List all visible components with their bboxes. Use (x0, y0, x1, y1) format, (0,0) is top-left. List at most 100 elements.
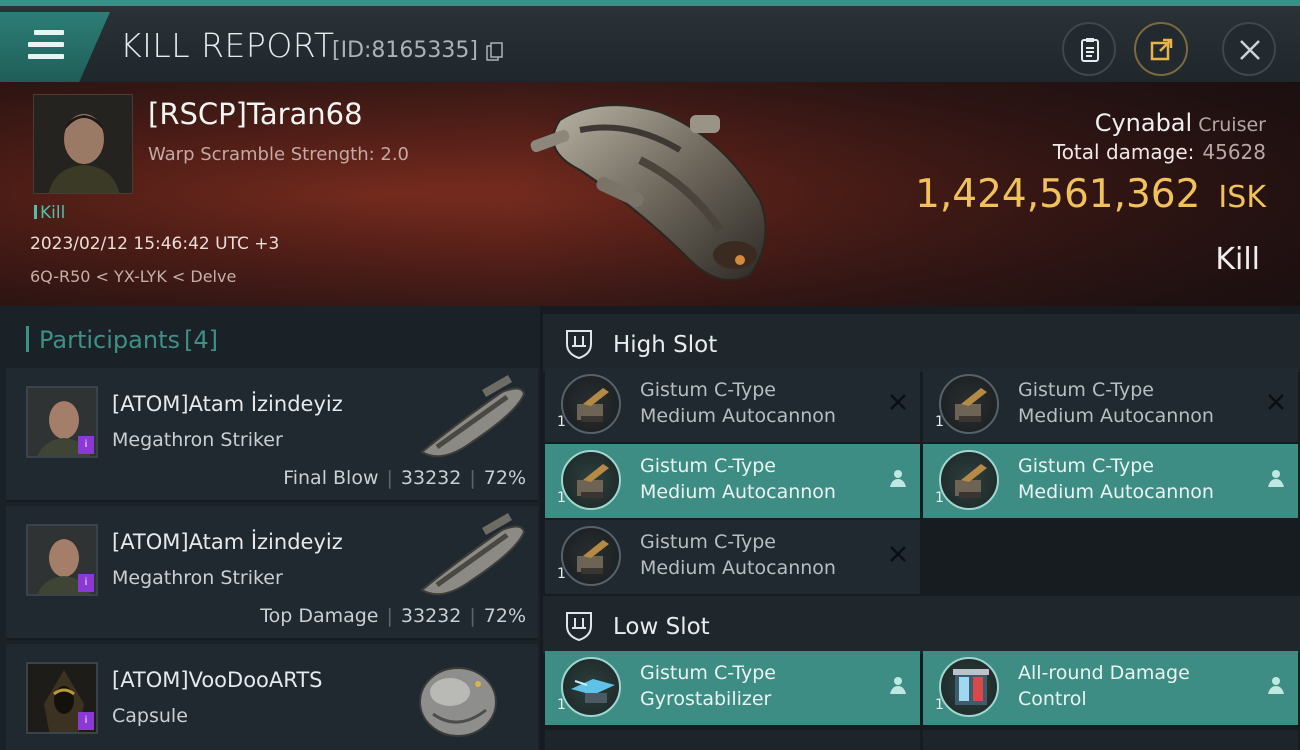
rarity-badge: i (78, 712, 94, 730)
module-item[interactable]: 1 Gistum C-Type Medium Autocannon (545, 520, 920, 594)
module-quantity: 1 (557, 697, 566, 713)
participant-stats: Top Damage | 33232 | 72% (260, 605, 526, 627)
module-icon (561, 526, 621, 586)
victim-pilot-name[interactable]: [RSCP]Taran68 (148, 97, 363, 131)
isk-amount: 1,424,561,362 (915, 172, 1201, 217)
module-name-line1: Gistum C-Type (1018, 455, 1154, 477)
participant-name: [ATOM]Atam İzindeyiz (112, 530, 343, 554)
total-damage: Total damage: 45628 (1053, 140, 1266, 164)
module-quantity: 1 (557, 490, 566, 506)
module-item[interactable]: 1 All-round Damage Control (923, 651, 1298, 725)
rarity-badge: i (78, 574, 94, 592)
module-name: Gistum C-Type Medium Autocannon (640, 377, 836, 429)
module-item[interactable]: 1 Gistum C-Type Medium Autocannon (545, 368, 920, 442)
kill-summary: [RSCP]Taran68 Warp Scramble Strength: 2.… (0, 82, 1300, 306)
low-slot-icon (566, 612, 592, 642)
module-icon (939, 657, 999, 717)
participant-ship: Capsule (112, 705, 188, 727)
module-name-line1: Gistum C-Type (640, 379, 776, 401)
module-icon (939, 374, 999, 434)
clipboard-icon (1081, 38, 1099, 62)
participant-avatar: i (26, 386, 98, 458)
module-name-line2: Gyrostabilizer (640, 688, 772, 710)
participant-row[interactable]: i [ATOM]Atam İzindeyiz Megathron Striker… (6, 368, 538, 502)
participant-row[interactable]: i [ATOM]Atam İzindeyiz Megathron Striker… (6, 506, 538, 640)
module-name: Gistum C-Type Medium Autocannon (640, 529, 836, 581)
participant-damage: 33232 (400, 605, 462, 627)
dropped-person-icon (1268, 677, 1284, 694)
module-item-partial[interactable] (923, 730, 1298, 750)
kill-tag-label: Kill (40, 203, 66, 223)
kill-location[interactable]: 6Q-R50 < YX-LYK < Delve (30, 267, 236, 286)
participant-percent: 72% (483, 605, 526, 627)
fitting-panel: High Slot 1 Gistum C-Type Medium Autocann… (543, 306, 1300, 750)
high-slot-icon (566, 330, 592, 360)
participant-damage: 33232 (400, 467, 462, 489)
menu-button[interactable] (0, 12, 110, 82)
victim-ship-image (530, 104, 767, 281)
participant-ship-image (419, 667, 497, 737)
page-title: KILL REPORT (120, 26, 335, 65)
low-slot-header: Low Slot (543, 596, 1300, 654)
hamburger-icon (28, 30, 64, 60)
participant-avatar: i (26, 662, 98, 734)
isk-unit: ISK (1218, 180, 1266, 215)
module-name: All-round Damage Control (1018, 660, 1190, 712)
title-bar: KILL REPORT [ID:8165335] (0, 0, 1300, 82)
kill-tag: Kill (34, 203, 65, 223)
dropped-person-icon (1268, 470, 1284, 487)
share-icon (1150, 38, 1173, 61)
share-button[interactable] (1134, 22, 1188, 76)
participant-percent: 72% (483, 467, 526, 489)
report-id: [ID:8165335] (332, 38, 478, 63)
module-icon (561, 450, 621, 510)
module-quantity: 1 (557, 566, 566, 582)
module-item[interactable]: 1 Gistum C-Type Gyrostabilizer (545, 651, 920, 725)
module-quantity: 1 (557, 414, 566, 430)
module-name-line2: Medium Autocannon (640, 557, 836, 579)
module-quantity: 1 (935, 490, 944, 506)
participants-panel: Participants [4] i [ATOM]Atam İzindeyiz M… (0, 306, 540, 750)
module-name-line2: Medium Autocannon (640, 481, 836, 503)
module-name: Gistum C-Type Gyrostabilizer (640, 660, 776, 712)
participant-ship-image (420, 513, 526, 596)
module-item[interactable]: 1 Gistum C-Type Medium Autocannon (923, 444, 1298, 518)
isk-value: 1,424,561,362 ISK (915, 172, 1266, 217)
participant-stats: Final Blow | 33232 | 72% (283, 467, 526, 489)
high-slot-label: High Slot (613, 332, 718, 358)
module-name-line1: All-round Damage (1018, 662, 1190, 684)
dropped-person-icon (890, 470, 906, 487)
close-icon (1240, 40, 1260, 60)
module-name-line1: Gistum C-Type (640, 662, 776, 684)
clipboard-button[interactable] (1062, 22, 1116, 76)
module-name-line2: Control (1018, 688, 1087, 710)
high-slot-header: High Slot (543, 314, 1300, 372)
module-icon (939, 450, 999, 510)
module-name: Gistum C-Type Medium Autocannon (640, 453, 836, 505)
participant-name: [ATOM]VooDooARTS (112, 668, 323, 692)
module-icon (561, 374, 621, 434)
copy-icon[interactable] (486, 42, 504, 62)
participant-ship-image (420, 375, 526, 458)
dropped-person-icon (890, 677, 906, 694)
victim-portrait[interactable] (33, 94, 133, 194)
result-label: Kill (1215, 242, 1260, 277)
low-slot-label: Low Slot (613, 614, 710, 640)
module-item[interactable]: 1 Gistum C-Type Medium Autocannon (545, 444, 920, 518)
participants-header: Participants [4] (26, 326, 218, 354)
module-item[interactable]: 1 Gistum C-Type Medium Autocannon (923, 368, 1298, 442)
rarity-badge: i (78, 436, 94, 454)
module-item-partial[interactable] (545, 730, 920, 750)
module-quantity: 1 (935, 414, 944, 430)
participant-avatar: i (26, 524, 98, 596)
close-button[interactable] (1222, 22, 1276, 76)
module-name-line1: Gistum C-Type (640, 455, 776, 477)
participants-title: Participants (39, 326, 180, 354)
total-damage-label: Total damage: (1052, 140, 1195, 164)
module-name-line2: Medium Autocannon (1018, 405, 1214, 427)
participant-role: Final Blow (283, 467, 379, 489)
participant-row[interactable]: i [ATOM]VooDooARTS Capsule (6, 644, 538, 750)
victim-ship[interactable]: Cynabal Cruiser (1095, 109, 1266, 137)
module-name-line2: Medium Autocannon (1018, 481, 1214, 503)
participant-ship: Megathron Striker (112, 567, 283, 589)
